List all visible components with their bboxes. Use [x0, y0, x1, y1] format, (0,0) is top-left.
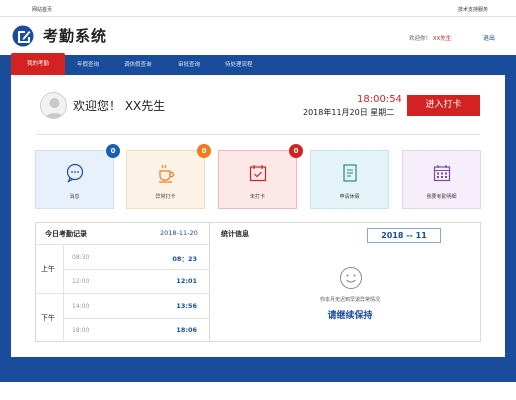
nav-item-approval[interactable]: 审批查询	[178, 55, 200, 75]
stats-message: 你本月无迟到早退异常情况	[319, 297, 380, 303]
clock-in-button[interactable]: 进入打卡	[407, 95, 480, 116]
am-label: 上午	[41, 265, 55, 273]
am-row-separator	[64, 269, 209, 270]
keep-up-text: 请继续保持	[327, 311, 373, 321]
logout-link[interactable]: 退出	[483, 33, 495, 42]
card-messages[interactable]: 消息 0	[35, 144, 120, 209]
period-column-line	[63, 244, 64, 342]
app-title: 考勤系统	[43, 27, 108, 45]
count-badge: 0	[197, 144, 211, 158]
actual-time: 08：23	[172, 255, 197, 263]
scheduled-time: 18:00	[72, 327, 90, 334]
calendar-grid-icon	[433, 165, 450, 182]
card-label: 消息	[69, 194, 80, 200]
count-badge: 0	[106, 144, 120, 158]
scheduled-time: 12:00	[72, 278, 90, 285]
header: 考勤系统 欢迎你！ XX先生 退出	[0, 17, 516, 55]
welcome-text: 欢迎您！ XX先生	[73, 99, 166, 113]
scheduled-time: 08:30	[72, 254, 90, 261]
document-icon	[342, 164, 357, 182]
current-date: 2018年11月20日 星期二	[303, 108, 395, 117]
smile-icon	[340, 267, 362, 289]
actual-time: 13:56	[176, 302, 197, 310]
card-label: 未打卡	[249, 194, 265, 200]
current-time: 18:00:54	[357, 94, 402, 105]
footer	[0, 382, 516, 400]
card-label: 申请休假	[339, 194, 360, 200]
top-bar: 网站首页 技术支持服务	[0, 0, 516, 17]
today-record-date: 2018-11-20	[160, 229, 198, 237]
coffee-icon	[158, 164, 174, 183]
main-nav: 我的考勤 年假查询 调休假查询 审批查询 待处理流程	[0, 53, 516, 75]
chat-icon	[66, 163, 83, 183]
card-label: 异常打卡	[155, 194, 176, 200]
pm-row-separator	[64, 318, 209, 319]
panel-divider	[209, 222, 210, 342]
avatar	[40, 92, 67, 119]
user-greeting: 欢迎你！ XX先生	[409, 34, 451, 42]
actual-time: 18:06	[176, 326, 197, 334]
support-link[interactable]: 技术支持服务	[458, 6, 488, 13]
count-badge: 0	[289, 144, 303, 158]
pm-label: 下午	[41, 314, 55, 322]
nav-item-my-attendance[interactable]: 我的考勤	[11, 53, 65, 75]
divider	[36, 134, 480, 135]
stats-title: 统计信息	[221, 230, 249, 238]
card-label: 我要考勤明细	[426, 194, 457, 200]
scheduled-time: 14:00	[72, 303, 90, 310]
card-abnormal-punch[interactable]: 异常打卡 0	[126, 144, 211, 209]
month-selector[interactable]: 2018 -- 11	[367, 228, 441, 243]
today-record-title: 今日考勤记录	[45, 230, 87, 238]
card-attendance-detail[interactable]: 我要考勤明细	[402, 150, 481, 209]
actual-time: 12:01	[176, 277, 197, 285]
user-name: XX先生	[432, 36, 452, 42]
logo-icon	[12, 25, 34, 47]
card-leave-request[interactable]: 申请休假	[310, 150, 389, 209]
calendar-check-icon	[249, 165, 266, 182]
user-greeting-prefix: 欢迎你！	[409, 36, 432, 42]
nav-item-comp-leave[interactable]: 调休假查询	[124, 55, 152, 75]
nav-item-annual-leave[interactable]: 年假查询	[77, 55, 99, 75]
home-link[interactable]: 网站首页	[32, 6, 52, 13]
nav-item-pending[interactable]: 待处理流程	[225, 55, 253, 75]
record-header-line	[35, 244, 209, 245]
card-missed-punch[interactable]: 未打卡 0	[218, 144, 303, 209]
am-pm-separator	[35, 293, 209, 294]
